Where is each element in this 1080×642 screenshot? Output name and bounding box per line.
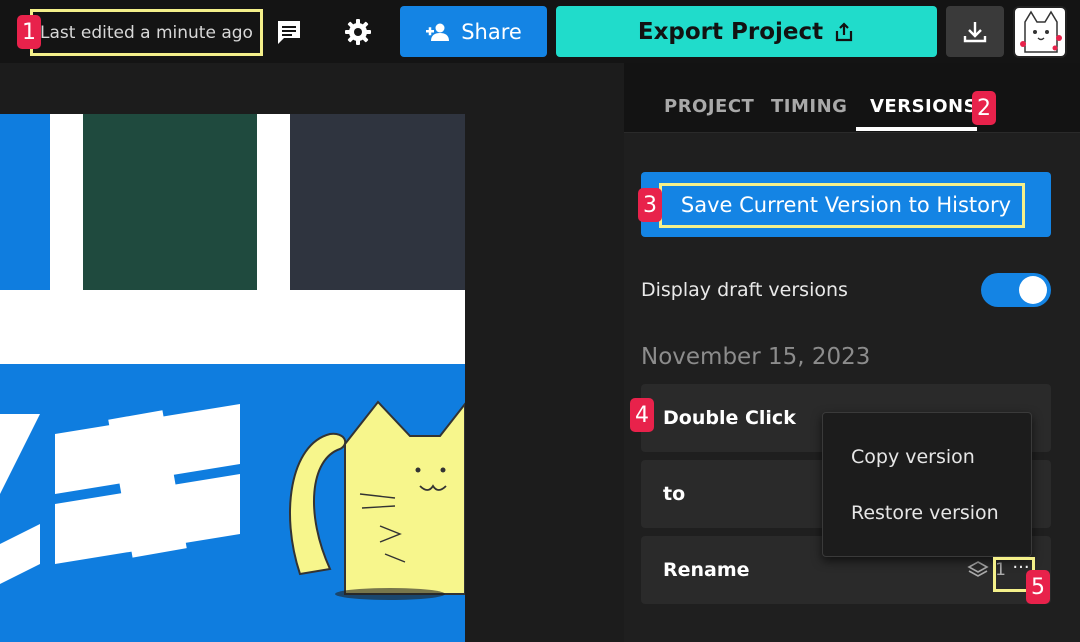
share-export-icon	[836, 21, 853, 41]
annotation-badge-4: 4	[630, 398, 654, 432]
top-bar: 1 Last edited a minute ago Share Export …	[0, 0, 1080, 63]
version-name[interactable]: Rename	[663, 536, 750, 604]
settings-button[interactable]	[338, 12, 378, 52]
download-icon	[963, 21, 987, 42]
share-label: Share	[461, 19, 522, 44]
annotation-badge-3: 3	[638, 188, 662, 222]
download-button[interactable]	[946, 6, 1004, 57]
share-button[interactable]: Share	[400, 6, 547, 57]
version-date-heading: November 15, 2023	[641, 344, 871, 370]
active-tab-indicator	[856, 127, 977, 131]
tab-versions[interactable]: VERSIONS	[870, 96, 977, 117]
export-label: Export Project	[637, 18, 824, 45]
draft-versions-toggle[interactable]	[981, 273, 1051, 307]
export-project-button[interactable]: Export Project	[556, 6, 937, 57]
annotation-badge-5: 5	[1026, 570, 1050, 604]
menu-item-restore-version[interactable]: Restore version	[851, 502, 999, 524]
add-person-icon	[426, 23, 450, 41]
preview-artwork	[0, 114, 465, 642]
annotation-badge-2: 2	[972, 91, 996, 125]
panel-tabs: PROJECT TIMING VERSIONS	[624, 63, 1080, 133]
version-name[interactable]: to	[663, 460, 685, 528]
comments-button[interactable]	[270, 13, 308, 51]
menu-item-copy-version[interactable]: Copy version	[851, 446, 975, 468]
highlight-box-save-version	[659, 183, 1025, 228]
tab-project[interactable]: PROJECT	[664, 96, 754, 117]
version-context-menu: Copy version Restore version	[822, 412, 1032, 557]
tab-timing[interactable]: TIMING	[771, 96, 847, 117]
highlight-box-last-edited	[30, 9, 263, 56]
cat-avatar-icon	[1020, 10, 1062, 53]
annotation-badge-1: 1	[17, 15, 41, 49]
gear-icon	[345, 19, 371, 45]
comment-icon	[278, 21, 300, 44]
project-preview[interactable]	[0, 114, 465, 642]
draft-versions-label: Display draft versions	[641, 279, 848, 301]
layers-icon	[967, 561, 989, 577]
toggle-knob	[1019, 276, 1047, 304]
version-name[interactable]: Double Click	[663, 384, 796, 452]
user-avatar[interactable]	[1013, 6, 1067, 58]
